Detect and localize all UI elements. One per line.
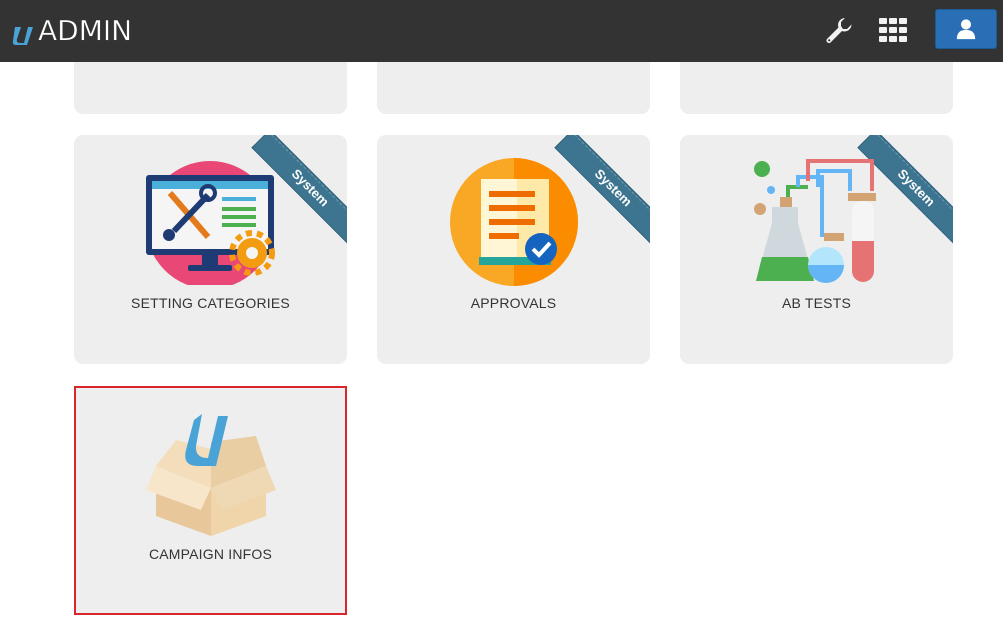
logo-text: ADMIN: [38, 13, 133, 47]
tile-label: SETTING CATEGORIES: [131, 295, 290, 311]
tile-label: APPROVALS: [470, 295, 557, 311]
top-navbar: ADMIN: [0, 0, 1003, 62]
tools-button[interactable]: [823, 14, 855, 46]
lab-flasks-icon: [754, 159, 876, 283]
u-logo-icon: [12, 27, 34, 45]
tile-campaign-infos[interactable]: CAMPAIGN INFOS: [74, 386, 347, 615]
tile-setting-categories[interactable]: System SETTING CATEGORIES: [74, 135, 347, 364]
user-icon: [956, 19, 976, 40]
tile-ab-tests[interactable]: System AB TESTS: [680, 135, 953, 364]
tile-label: AB TESTS: [781, 295, 852, 311]
settings-monitor-icon: [146, 161, 275, 285]
wrench-icon: [826, 18, 852, 44]
user-menu-button[interactable]: [935, 9, 997, 49]
tile-approvals[interactable]: System APPROVALS: [377, 135, 650, 364]
tile-label: CAMPAIGN INFOS: [148, 546, 273, 562]
box-icon: [146, 414, 276, 536]
approval-document-icon: [450, 158, 578, 286]
grid-apps-icon: [879, 18, 907, 42]
apps-button[interactable]: [877, 14, 909, 46]
app-logo[interactable]: ADMIN: [12, 10, 132, 50]
